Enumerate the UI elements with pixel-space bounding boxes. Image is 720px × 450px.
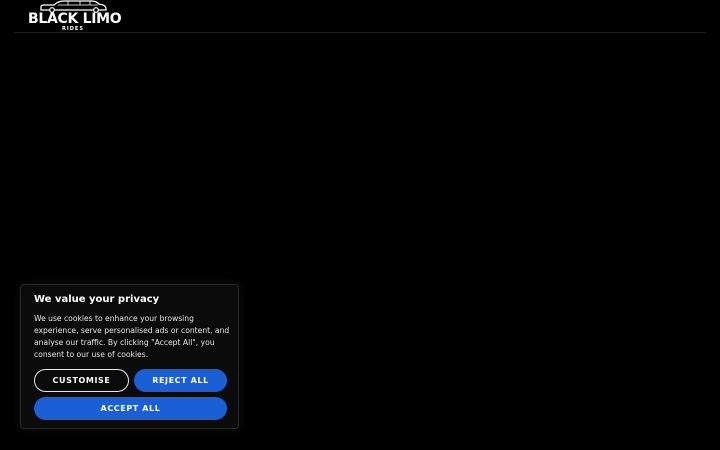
cookie-consent-banner: We value your privacy We use cookies to … — [20, 284, 239, 429]
cookie-banner-text: We use cookies to enhance your browsing … — [34, 314, 230, 359]
cookie-banner-title: We value your privacy — [34, 294, 160, 305]
site-logo[interactable]: BLACK LIMO RIDES — [28, 0, 122, 33]
page: BLACK LIMO RIDES We value your privacy W… — [0, 0, 720, 450]
site-header: BLACK LIMO RIDES — [0, 0, 720, 33]
accept-all-button[interactable]: ACCEPT ALL — [34, 397, 227, 420]
reject-all-button[interactable]: REJECT ALL — [134, 369, 227, 392]
logo-wordmark: BLACK LIMO — [28, 11, 122, 27]
customise-button[interactable]: CUSTOMISE — [34, 369, 129, 392]
header-divider — [14, 32, 706, 33]
